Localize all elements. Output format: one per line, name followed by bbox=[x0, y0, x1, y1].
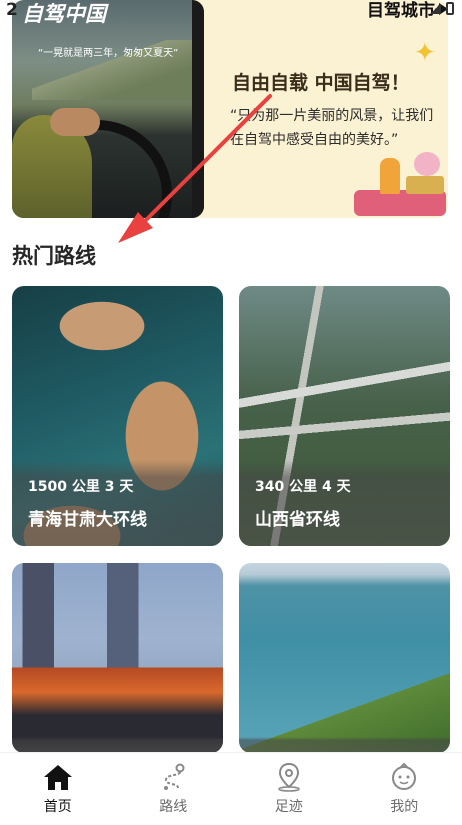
route-card[interactable]: 1500 公里 3 天 青海甘肃大环线 bbox=[12, 286, 223, 546]
nav-item-routes[interactable]: 路线 bbox=[123, 762, 223, 816]
hero-quote: “只为那一片美丽的风景，让我们在自驾中感受自由的美好。” bbox=[230, 108, 434, 148]
nav-label-footprints: 足迹 bbox=[274, 799, 303, 815]
hero-photo-quote: “一晃就是两三年，匆匆又夏天” bbox=[38, 48, 179, 59]
route-card[interactable]: 340 公里 4 天 山西省环线 bbox=[239, 286, 450, 546]
battery-icon bbox=[446, 2, 454, 15]
status-time: 2 bbox=[6, 0, 18, 20]
nav-item-home[interactable]: 首页 bbox=[8, 762, 108, 816]
home-icon bbox=[43, 762, 73, 792]
hero-photo: 自驾中国 “一晃就是两三年，匆匆又夏天” bbox=[12, 0, 204, 218]
route-icon bbox=[158, 762, 188, 792]
city-selector-label: 目驾城市 bbox=[367, 1, 435, 21]
section-title-hot-routes: 热门路线 bbox=[12, 244, 96, 268]
nav-label-routes: 路线 bbox=[159, 799, 188, 815]
route-meta: 1500 公里 3 天 bbox=[28, 479, 134, 495]
signal-icon bbox=[429, 3, 441, 14]
location-pin-icon bbox=[274, 762, 304, 792]
travel-illustration bbox=[350, 150, 448, 216]
nav-item-profile[interactable]: 我的 bbox=[354, 762, 454, 816]
hero-banner[interactable]: 自驾中国 “一晃就是两三年，匆匆又夏天” ✦ 自由自载 中国自驾！ “只为那一片… bbox=[12, 0, 448, 218]
hero-title: 自由自载 中国自驾！ bbox=[232, 72, 410, 94]
route-card[interactable] bbox=[239, 563, 450, 753]
hero-photo-title: 自驾中国 bbox=[22, 2, 106, 26]
status-icons bbox=[429, 2, 454, 15]
route-name: 山西省环线 bbox=[255, 510, 340, 530]
sparkle-icon: ✦ bbox=[414, 38, 436, 68]
route-name: 青海甘肃大环线 bbox=[28, 510, 147, 530]
nav-label-home: 首页 bbox=[43, 799, 72, 815]
profile-face-icon bbox=[389, 762, 419, 792]
nav-item-footprints[interactable]: 足迹 bbox=[239, 762, 339, 816]
bottom-nav: 首页 路线 足迹 我的 bbox=[0, 752, 462, 825]
nav-label-profile: 我的 bbox=[390, 799, 419, 815]
route-meta: 340 公里 4 天 bbox=[255, 479, 351, 495]
route-card[interactable] bbox=[12, 563, 223, 753]
